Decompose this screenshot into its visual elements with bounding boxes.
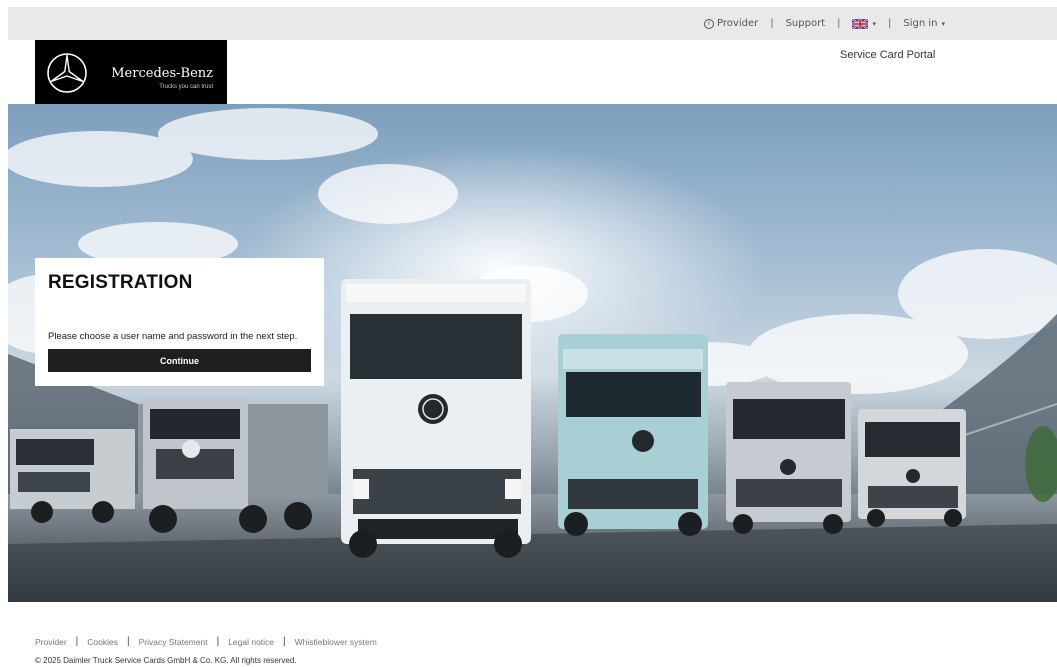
topbar-separator: | — [837, 18, 841, 29]
brand-tagline: Trucks you can trust — [159, 84, 213, 90]
footer-separator: | — [216, 636, 220, 647]
footer-link-privacy[interactable]: Privacy Statement — [139, 637, 208, 647]
signin-label: Sign in — [903, 18, 938, 29]
brand-name: Mercedes-Benz — [111, 66, 213, 81]
footer-link-legal[interactable]: Legal notice — [228, 637, 274, 647]
footer-separator: | — [75, 636, 79, 647]
info-icon: i — [704, 18, 715, 29]
registration-instructions: Please choose a user name and password i… — [48, 331, 298, 342]
topbar-provider-link[interactable]: i Provider — [704, 18, 758, 29]
language-selector[interactable]: ▾ — [852, 18, 876, 29]
footer-links: Provider | Cookies | Privacy Statement |… — [35, 636, 377, 647]
footer-link-provider[interactable]: Provider — [35, 637, 67, 647]
topbar-separator: | — [888, 18, 892, 29]
topbar-separator: | — [770, 18, 774, 29]
continue-button[interactable]: Continue — [48, 349, 311, 372]
registration-card: REGISTRATION Please choose a user name a… — [35, 258, 324, 386]
signin-dropdown[interactable]: Sign in ▾ — [903, 18, 945, 29]
footer-separator: | — [283, 636, 286, 647]
footer-link-cookies[interactable]: Cookies — [87, 637, 118, 647]
uk-flag-icon — [852, 18, 869, 29]
copyright-text: © 2025 Daimler Truck Service Cards GmbH … — [35, 656, 297, 665]
brand-logo[interactable]: Mercedes-Benz Trucks you can trust — [35, 40, 227, 104]
chevron-down-icon: ▾ — [872, 19, 876, 28]
footer-link-whistleblower[interactable]: Whistleblower system — [295, 637, 377, 647]
footer-separator: | — [126, 636, 130, 647]
registration-title: REGISTRATION — [48, 272, 193, 293]
chevron-down-icon: ▾ — [941, 19, 945, 28]
topbar-support-link[interactable]: Support — [786, 18, 826, 29]
topbar-provider-label: Provider — [717, 18, 759, 29]
top-utility-bar: i Provider | Support | ▾ | Sign in ▾ — [8, 7, 1057, 40]
portal-title: Service Card Portal — [840, 49, 936, 61]
mercedes-star-icon — [47, 53, 87, 93]
